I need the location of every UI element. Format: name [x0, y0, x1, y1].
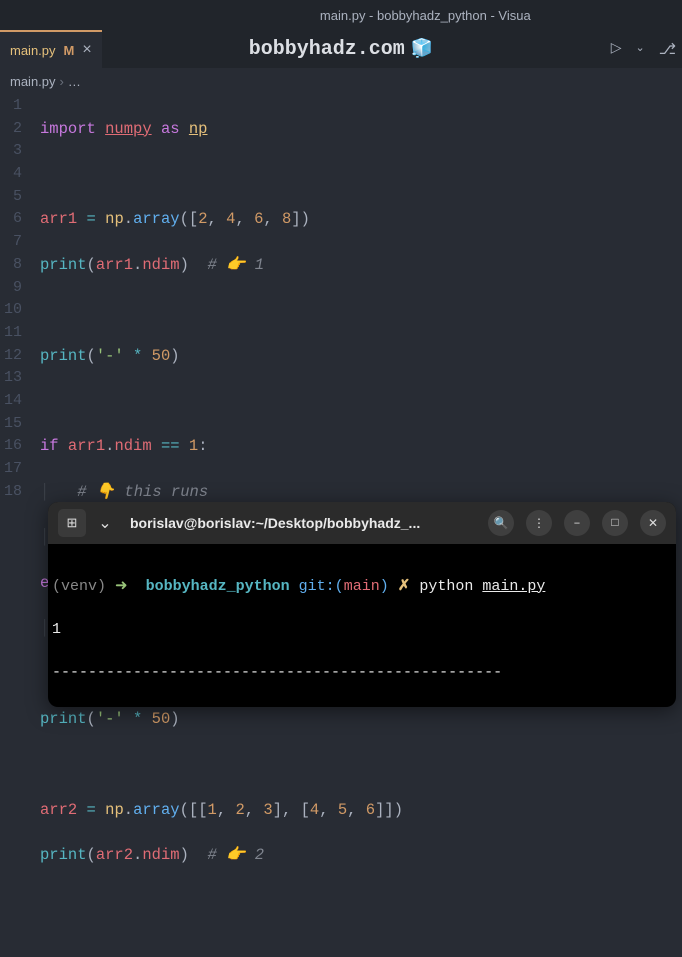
code-line: print(arr1.ndim) # 👉️ 1	[40, 254, 431, 277]
chevron-down-icon[interactable]	[635, 40, 644, 59]
terminal-window: ⊞ ⌄ borislav@borislav:~/Desktop/bobbyhad…	[48, 502, 676, 707]
tab-main-py[interactable]: main.py M ×	[0, 30, 102, 68]
search-icon[interactable]: 🔍	[488, 510, 514, 536]
minimize-icon[interactable]: –	[564, 510, 590, 536]
close-icon[interactable]: ×	[82, 41, 91, 59]
code-line: import numpy as np	[40, 118, 431, 141]
code-line	[40, 299, 431, 322]
terminal-line: ----------------------------------------…	[52, 662, 672, 684]
tab-filename: main.py	[10, 43, 56, 58]
close-icon[interactable]: ✕	[640, 510, 666, 536]
terminal-line: 1	[52, 619, 672, 641]
breadcrumb-more: …	[68, 74, 81, 89]
code-line	[40, 390, 431, 413]
terminal-line: (venv) ➜ bobbyhadz_python git:(main) ✗ p…	[52, 576, 672, 598]
code-line: if arr1.ndim == 1:	[40, 435, 431, 458]
breadcrumb[interactable]: main.py › …	[0, 68, 682, 94]
breadcrumb-file: main.py	[10, 74, 56, 89]
window-title-bar: main.py - bobbyhadz_python - Visua	[0, 0, 682, 30]
code-line	[40, 889, 431, 912]
terminal-line: The array is one-dimensional	[52, 705, 672, 708]
terminal-body[interactable]: (venv) ➜ bobbyhadz_python git:(main) ✗ p…	[48, 544, 676, 707]
watermark-text: bobbyhadz.com	[249, 38, 405, 61]
chevron-down-icon[interactable]: ⌄	[94, 509, 116, 537]
code-line: │ # 👇️ this runs	[40, 481, 431, 504]
terminal-title: borislav@borislav:~/Desktop/bobbyhadz_..…	[124, 515, 480, 531]
window-title: main.py - bobbyhadz_python - Visua	[320, 8, 531, 23]
code-line	[40, 163, 431, 186]
run-icon[interactable]	[611, 40, 622, 59]
code-line: arr2 = np.array([[1, 2, 3], [4, 5, 6]])	[40, 799, 431, 822]
tab-bar: main.py M × bobbyhadz.com 🧊	[0, 30, 682, 68]
gutter: 1 2 3 4 5 6 7 8 9 10 11 12 13 14 15 16 1…	[0, 94, 40, 957]
chevron-right-icon: ›	[60, 74, 64, 89]
code-line: print('-' * 50)	[40, 708, 431, 731]
code-line	[40, 753, 431, 776]
maximize-icon[interactable]: □	[602, 510, 628, 536]
menu-icon[interactable]: ⋮	[526, 510, 552, 536]
code-line: arr1 = np.array([2, 4, 6, 8])	[40, 208, 431, 231]
watermark: bobbyhadz.com 🧊	[249, 38, 433, 61]
tab-modified-indicator: M	[64, 43, 75, 58]
terminal-header: ⊞ ⌄ borislav@borislav:~/Desktop/bobbyhad…	[48, 502, 676, 544]
code-line: print(arr2.ndim) # 👉️ 2	[40, 844, 431, 867]
cube-icon: 🧊	[411, 38, 433, 60]
editor-actions	[611, 40, 676, 59]
new-tab-icon[interactable]: ⊞	[58, 509, 86, 537]
code-line: print('-' * 50)	[40, 345, 431, 368]
branch-compare-icon[interactable]	[659, 40, 676, 59]
